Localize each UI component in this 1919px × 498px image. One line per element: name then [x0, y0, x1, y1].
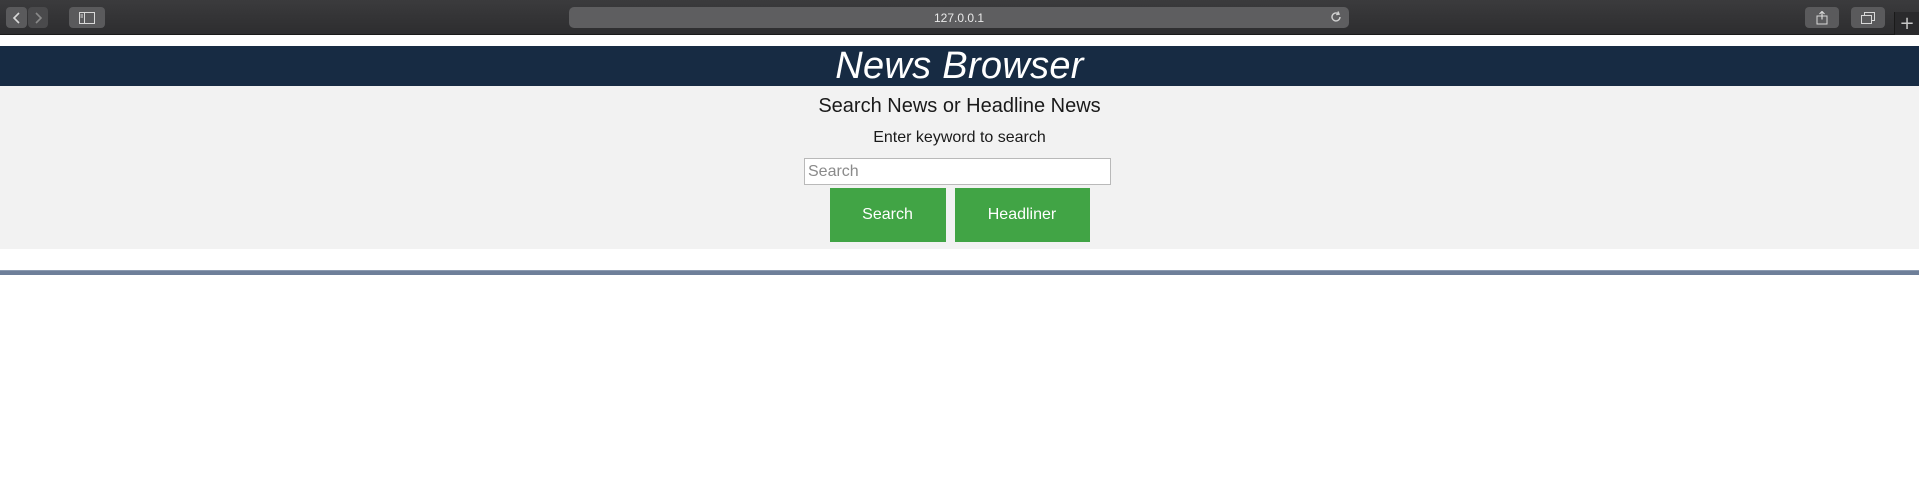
- headliner-button[interactable]: Headliner: [954, 188, 1090, 242]
- forward-button[interactable]: [28, 7, 48, 28]
- plus-icon: +: [1899, 13, 1915, 34]
- back-button[interactable]: [6, 7, 27, 28]
- url-text: 127.0.0.1: [933, 10, 985, 25]
- new-tab-button[interactable]: +: [1894, 12, 1919, 35]
- search-input[interactable]: [804, 158, 1111, 185]
- search-instruction: Enter keyword to search: [873, 129, 1046, 146]
- reload-icon[interactable]: [1329, 10, 1343, 27]
- chevron-right-icon: [33, 11, 43, 24]
- page-title: News Browser: [835, 44, 1084, 87]
- button-row: Search Headliner: [0, 188, 1919, 242]
- divider-spacer: [0, 249, 1919, 270]
- browser-toolbar: 127.0.0.1 +: [0, 0, 1919, 35]
- sidebar-button[interactable]: [69, 7, 105, 28]
- sidebar-icon: [79, 11, 95, 24]
- tabs-overview-button[interactable]: [1851, 7, 1885, 28]
- content-divider: [0, 270, 1919, 275]
- tabs-overview-icon: [1861, 11, 1875, 24]
- search-button[interactable]: Search: [829, 188, 946, 242]
- share-button[interactable]: [1805, 7, 1839, 28]
- search-panel: Search News or Headline News Enter keywo…: [0, 86, 1919, 249]
- header-banner: News Browser: [0, 44, 1919, 87]
- panel-heading: Search News or Headline News: [818, 95, 1101, 117]
- chevron-left-icon: [12, 11, 22, 24]
- address-bar[interactable]: 127.0.0.1: [569, 7, 1349, 28]
- share-icon: [1816, 10, 1828, 25]
